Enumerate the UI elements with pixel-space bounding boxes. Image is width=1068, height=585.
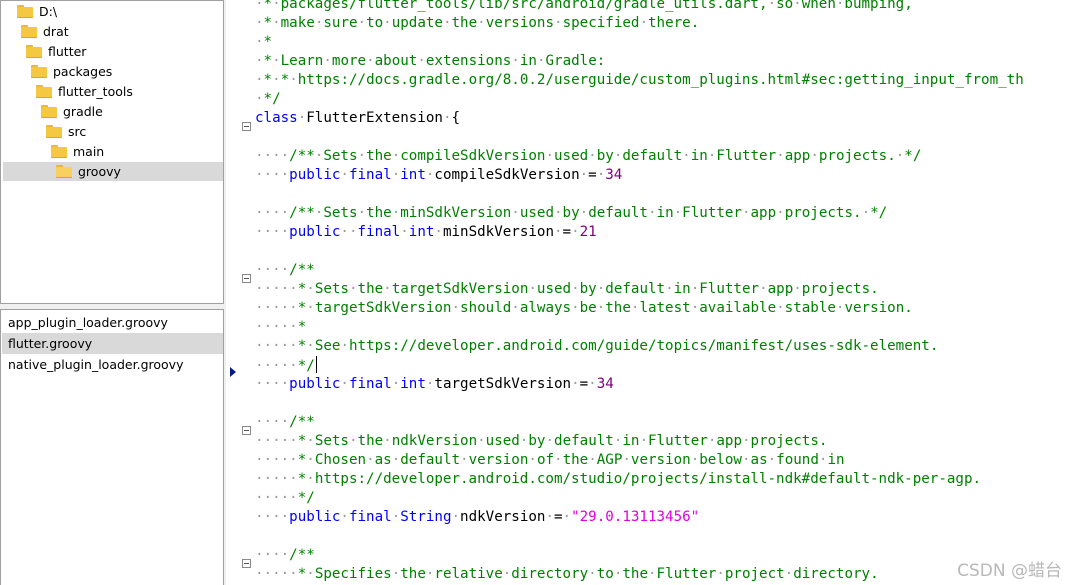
tree-item-drat[interactable]: drat <box>3 22 223 41</box>
tree-item-label: flutter_tools <box>58 84 133 99</box>
fold-toggle-icon[interactable] <box>242 426 251 435</box>
file-item-label: flutter.groovy <box>8 336 93 351</box>
file-item-label: native_plugin_loader.groovy <box>8 357 184 372</box>
folder-icon <box>17 5 33 18</box>
fold-toggle-icon[interactable] <box>242 559 251 568</box>
code-line[interactable]: ····/** <box>255 546 315 565</box>
tree-item-label: main <box>73 144 105 159</box>
code-line[interactable]: ·····*·Specifies·the·relative·directory·… <box>255 565 879 584</box>
folder-icon <box>36 85 52 98</box>
code-line[interactable]: ·*·Learn·more·about·extensions·in·Gradle… <box>255 52 605 71</box>
fold-toggle-icon[interactable] <box>242 274 251 283</box>
code-line[interactable]: ····/**·Sets·the·minSdkVersion·used·by·d… <box>255 204 887 223</box>
tree-item-label: src <box>68 124 87 139</box>
code-line[interactable]: ·····*·https://developer.android.com/stu… <box>255 470 981 489</box>
code-line[interactable]: ····/**·Sets·the·compileSdkVersion·used·… <box>255 147 921 166</box>
tree-item-label: gradle <box>63 104 103 119</box>
file-item-flutter-groovy[interactable]: flutter.groovy <box>2 333 223 354</box>
directory-tree[interactable]: D:\ drat flutter packages flutter_tools … <box>0 0 224 304</box>
code-line[interactable]: ·····*·See·https://developer.android.com… <box>255 337 938 356</box>
code-line[interactable]: ·*·make·sure·to·update·the·versions·spec… <box>255 14 699 33</box>
tree-item-label: packages <box>53 64 113 79</box>
code-line[interactable]: ·*·packages/flutter_tools/lib/src/androi… <box>255 0 913 14</box>
tree-item-src[interactable]: src <box>3 122 223 141</box>
folder-icon <box>41 105 57 118</box>
file-item-native-plugin-loader[interactable]: native_plugin_loader.groovy <box>2 354 223 375</box>
tree-item-label: D:\ <box>39 4 58 19</box>
folder-icon <box>31 65 47 78</box>
code-line[interactable]: ·····*·Sets·the·targetSdkVersion·used·by… <box>255 280 879 299</box>
tree-item-main[interactable]: main <box>3 142 223 161</box>
code-line[interactable]: ·····*/ <box>255 489 315 508</box>
tree-item-flutter[interactable]: flutter <box>3 42 223 61</box>
code-line[interactable]: ·····*·targetSdkVersion·should·always·be… <box>255 299 913 318</box>
watermark: CSDN @蜡台 <box>957 561 1062 581</box>
folder-icon <box>51 145 67 158</box>
code-line[interactable]: ·····*·Chosen·as·default·version·of·the·… <box>255 451 845 470</box>
tree-item-flutter-tools[interactable]: flutter_tools <box>3 82 223 101</box>
code-line[interactable]: class·FlutterExtension·{ <box>255 109 460 128</box>
folder-icon <box>46 125 62 138</box>
code-line[interactable]: ·····* <box>255 318 306 337</box>
tree-item-label: flutter <box>48 44 87 59</box>
folder-icon <box>26 45 42 58</box>
file-item-label: app_plugin_loader.groovy <box>8 315 168 330</box>
tree-item-label: groovy <box>78 164 121 179</box>
tree-item-gradle[interactable]: gradle <box>3 102 223 121</box>
fold-toggle-icon[interactable] <box>242 122 251 131</box>
file-item-app-plugin-loader[interactable]: app_plugin_loader.groovy <box>2 312 223 333</box>
code-line[interactable]: ····public·final·int·targetSdkVersion·=·… <box>255 375 614 394</box>
text-caret <box>315 356 317 373</box>
file-list[interactable]: app_plugin_loader.groovy flutter.groovy … <box>0 309 224 585</box>
code-editor[interactable]: ·*·packages/flutter_tools/lib/src/androi… <box>228 0 1068 585</box>
code-line[interactable]: ·····*·Sets·the·ndkVersion·used·by·defau… <box>255 432 827 451</box>
tree-item-groovy[interactable]: groovy <box>3 162 223 181</box>
code-line[interactable]: ·*/ <box>255 90 281 109</box>
tree-item-label: drat <box>43 24 69 39</box>
tree-item-drive[interactable]: D:\ <box>3 2 223 21</box>
code-line[interactable]: ····/** <box>255 413 315 432</box>
left-pane: D:\ drat flutter packages flutter_tools … <box>0 0 226 585</box>
code-line[interactable]: ····public·final·int·compileSdkVersion·=… <box>255 166 622 185</box>
code-line[interactable]: ·* <box>255 33 272 52</box>
open-folder-icon <box>56 165 72 178</box>
tree-item-packages[interactable]: packages <box>3 62 223 81</box>
current-line-marker-icon <box>230 367 236 377</box>
folder-icon <box>21 25 37 38</box>
code-line[interactable]: ·····*/ <box>255 356 317 375</box>
code-line[interactable]: ····public··final·int·minSdkVersion·=·21 <box>255 223 597 242</box>
code-line[interactable]: ····public·final·String·ndkVersion·=·"29… <box>255 508 699 527</box>
code-line[interactable]: ····/** <box>255 261 315 280</box>
code-line[interactable]: ·*·*·https://docs.gradle.org/8.0.2/userg… <box>255 71 1024 90</box>
